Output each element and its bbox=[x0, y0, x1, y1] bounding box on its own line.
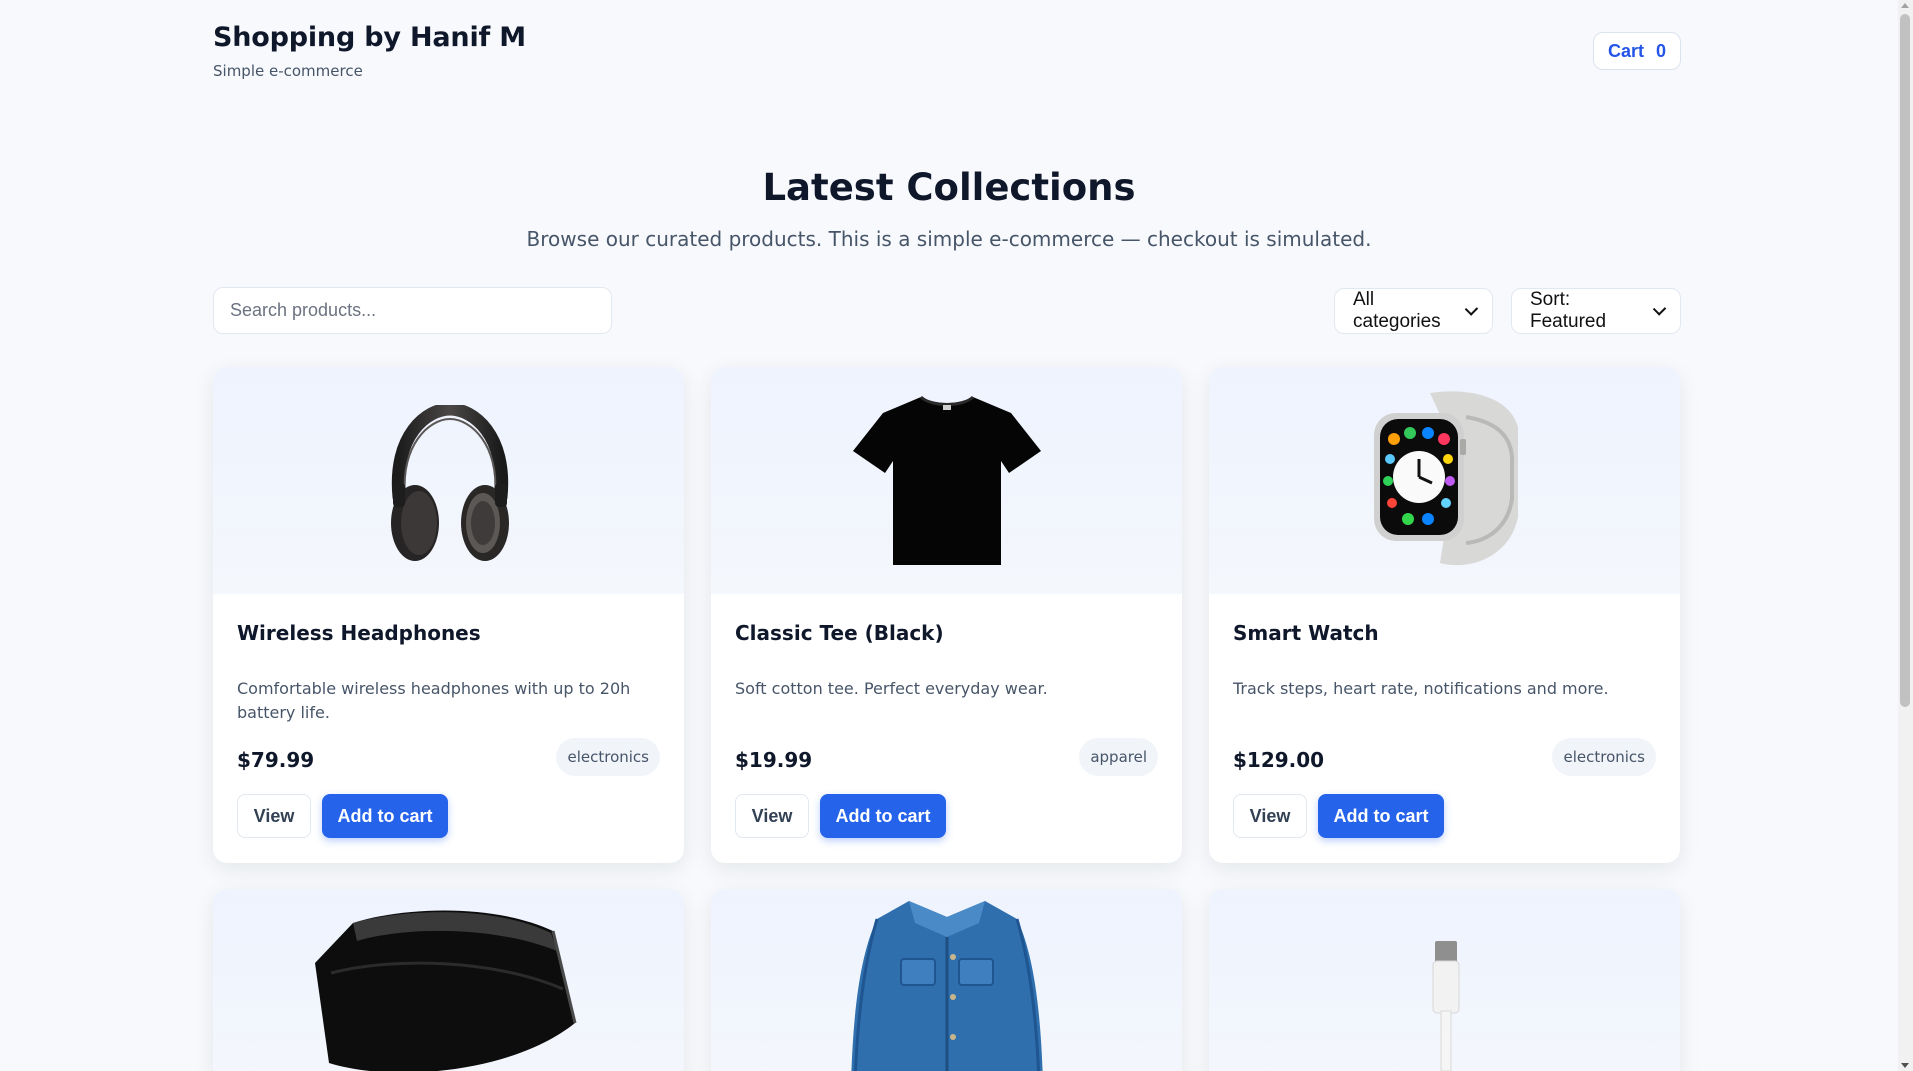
site-subtitle: Simple e-commerce bbox=[213, 62, 363, 80]
header: Shopping by Hanif M Simple e-commerce Ca… bbox=[213, 22, 1681, 82]
add-to-cart-button[interactable]: Add to cart bbox=[1318, 794, 1444, 838]
page-title: Latest Collections bbox=[762, 166, 1136, 209]
page-subtitle: Browse our curated products. This is a s… bbox=[526, 227, 1372, 251]
tshirt-icon bbox=[853, 395, 1041, 565]
product-card: Classic Tee (Black) Soft cotton tee. Per… bbox=[711, 367, 1182, 863]
chevron-down-icon bbox=[1652, 301, 1667, 316]
view-button[interactable]: View bbox=[1233, 794, 1307, 838]
product-price: $129.00 bbox=[1233, 748, 1325, 772]
category-badge: electronics bbox=[1552, 738, 1656, 776]
cart-button[interactable]: Cart 0 bbox=[1592, 32, 1681, 70]
view-button[interactable]: View bbox=[735, 794, 809, 838]
product-description: Track steps, heart rate, notifications a… bbox=[1233, 679, 1609, 698]
product-image[interactable] bbox=[213, 889, 684, 1071]
site-title[interactable]: Shopping by Hanif M bbox=[213, 22, 526, 53]
product-description: Soft cotton tee. Perfect everyday wear. bbox=[735, 679, 1048, 698]
product-card: Wireless Headphones Comfortable wireless… bbox=[213, 367, 684, 863]
product-card bbox=[1209, 889, 1680, 1071]
product-card bbox=[213, 889, 684, 1071]
product-price: $19.99 bbox=[735, 748, 813, 772]
wallet-icon bbox=[315, 910, 577, 1071]
view-button[interactable]: View bbox=[237, 794, 311, 838]
category-select[interactable]: All categories bbox=[1334, 288, 1493, 334]
add-to-cart-button[interactable]: Add to cart bbox=[322, 794, 448, 838]
scrollbar-thumb[interactable] bbox=[1900, 14, 1910, 707]
page: Shopping by Hanif M Simple e-commerce Ca… bbox=[0, 0, 1898, 1071]
product-card bbox=[711, 889, 1182, 1071]
product-image[interactable] bbox=[1209, 889, 1680, 1071]
product-card: Smart Watch Track steps, heart rate, not… bbox=[1209, 367, 1680, 863]
product-title[interactable]: Classic Tee (Black) bbox=[735, 621, 944, 645]
scroll-up-icon[interactable] bbox=[1901, 3, 1909, 8]
sort-select[interactable]: Sort: Featured bbox=[1511, 288, 1681, 334]
product-price: $79.99 bbox=[237, 748, 315, 772]
product-image[interactable] bbox=[711, 889, 1182, 1071]
category-select-value: All categories bbox=[1353, 289, 1441, 332]
headphones-icon bbox=[391, 405, 509, 561]
cart-count: 0 bbox=[1655, 40, 1666, 61]
product-image[interactable] bbox=[711, 367, 1182, 594]
cart-label: Cart bbox=[1607, 40, 1644, 61]
usb-c-cable-icon bbox=[1432, 941, 1460, 1071]
product-title[interactable]: Wireless Headphones bbox=[237, 621, 481, 645]
sort-select-value: Sort: Featured bbox=[1530, 289, 1607, 332]
vertical-scrollbar[interactable] bbox=[1898, 0, 1913, 1071]
product-title[interactable]: Smart Watch bbox=[1233, 621, 1379, 645]
product-description: Comfortable wireless headphones with up … bbox=[237, 679, 631, 722]
smartwatch-icon bbox=[1374, 391, 1518, 566]
search-input[interactable] bbox=[213, 287, 612, 334]
category-badge: electronics bbox=[556, 738, 660, 776]
scroll-down-icon[interactable] bbox=[1901, 1063, 1909, 1068]
product-image[interactable] bbox=[1209, 367, 1680, 594]
category-badge: apparel bbox=[1079, 738, 1158, 776]
product-image[interactable] bbox=[213, 367, 684, 594]
denim-jacket-icon bbox=[851, 901, 1043, 1071]
chevron-down-icon bbox=[1464, 301, 1479, 316]
add-to-cart-button[interactable]: Add to cart bbox=[820, 794, 946, 838]
